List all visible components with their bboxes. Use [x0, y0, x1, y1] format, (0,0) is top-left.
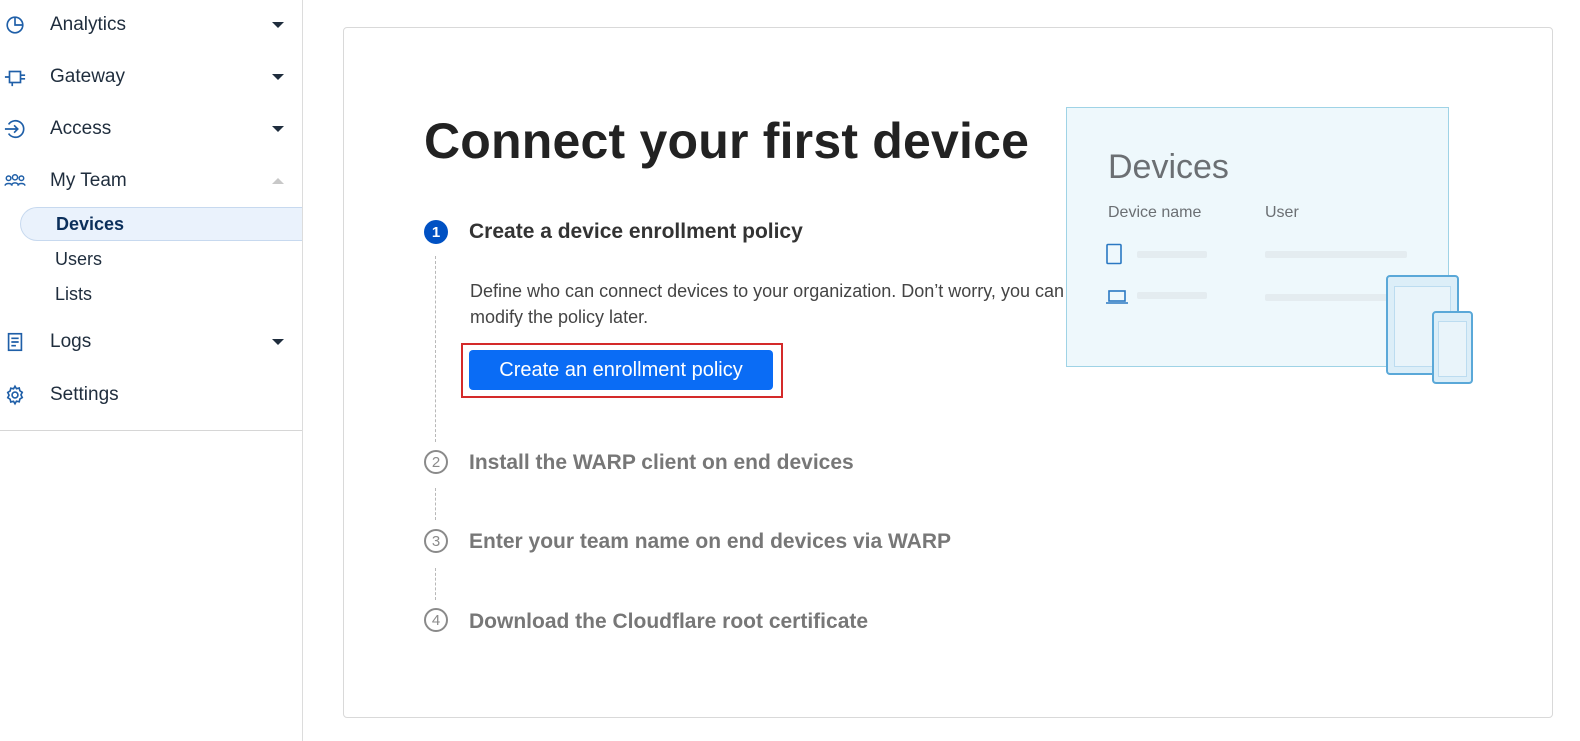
chevron-down-icon[interactable] — [272, 339, 284, 345]
laptop-outline-icon — [1105, 288, 1129, 311]
tablet-outline-icon — [1105, 243, 1123, 270]
placeholder-bar — [1137, 251, 1207, 258]
illustration-col-device-name: Device name — [1108, 204, 1202, 221]
sidebar-divider — [0, 430, 302, 431]
sidebar-item-analytics[interactable]: Analytics — [0, 5, 302, 45]
sidebar-subitem-users[interactable]: Users — [20, 242, 302, 276]
step-number-2: 2 — [424, 450, 448, 474]
sidebar-subitem-lists[interactable]: Lists — [20, 277, 302, 311]
step-title-3: Enter your team name on end devices via … — [469, 530, 951, 553]
step-1-description: Define who can connect devices to your o… — [470, 281, 1064, 327]
sidebar-item-label: Gateway — [50, 66, 125, 87]
gateway-icon — [3, 65, 27, 89]
chevron-down-icon[interactable] — [272, 126, 284, 132]
sidebar-subitem-label: Lists — [55, 283, 93, 304]
phone-device-image — [1432, 311, 1473, 384]
step-number-1: 1 — [424, 220, 448, 244]
sidebar-item-label: Analytics — [50, 14, 127, 35]
sidebar-item-logs[interactable]: Logs — [0, 322, 302, 362]
illustration-col-user: User — [1265, 204, 1299, 221]
access-icon — [3, 117, 27, 141]
sidebar: Analytics Gateway Access My Team Devices… — [0, 0, 303, 741]
sidebar-item-label: Settings — [50, 384, 119, 405]
sidebar-item-my-team[interactable]: My Team — [0, 161, 302, 201]
pie-chart-icon — [3, 13, 27, 37]
step-number-4: 4 — [424, 608, 448, 632]
step-title-2: Install the WARP client on end devices — [469, 451, 854, 474]
placeholder-bar — [1265, 251, 1407, 258]
step-number-3: 3 — [424, 529, 448, 553]
sidebar-item-label: Access — [50, 118, 112, 139]
sidebar-subitem-devices[interactable]: Devices — [20, 207, 302, 241]
step-connector — [435, 256, 436, 442]
sidebar-item-settings[interactable]: Settings — [0, 375, 302, 415]
logs-icon — [3, 330, 27, 354]
chevron-up-icon[interactable] — [272, 178, 284, 184]
step-title-1: Create a device enrollment policy — [469, 220, 803, 243]
connect-device-card: Connect your first device 1 Create a dev… — [343, 27, 1553, 718]
sidebar-item-gateway[interactable]: Gateway — [0, 57, 302, 97]
create-enrollment-policy-button[interactable]: Create an enrollment policy — [469, 350, 773, 390]
step-connector — [435, 568, 436, 600]
illustration-title: Devices — [1108, 148, 1229, 186]
gear-icon — [3, 383, 27, 407]
sidebar-item-label: My Team — [50, 170, 127, 191]
chevron-down-icon[interactable] — [272, 74, 284, 80]
sidebar-item-access[interactable]: Access — [0, 109, 302, 149]
sidebar-item-label: Logs — [50, 331, 92, 352]
step-title-4: Download the Cloudflare root certificate — [469, 610, 869, 633]
sidebar-subitem-label: Devices — [56, 213, 125, 234]
team-icon — [3, 169, 27, 193]
step-connector — [435, 488, 436, 520]
chevron-down-icon[interactable] — [272, 22, 284, 28]
sidebar-subitem-label: Users — [55, 248, 103, 269]
page-title: Connect your first device — [424, 113, 1030, 169]
placeholder-bar — [1137, 292, 1207, 299]
